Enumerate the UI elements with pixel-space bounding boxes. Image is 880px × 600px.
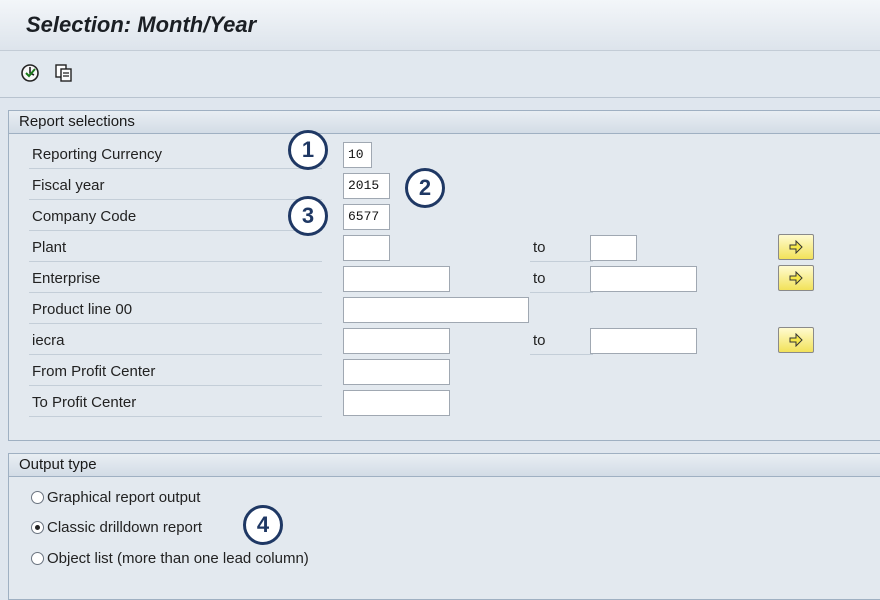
classic-drilldown-option[interactable]: Classic drilldown report [31, 516, 202, 540]
plant-to-input[interactable] [590, 235, 637, 261]
iecra-from-input[interactable] [343, 328, 450, 354]
window-title: Selection: Month/Year [26, 12, 257, 37]
enterprise-from-input[interactable] [343, 266, 450, 292]
from-profit-center-input[interactable] [343, 359, 450, 385]
company-code-input[interactable]: 6577 [343, 204, 390, 230]
enterprise-multiple-selection-button[interactable] [778, 265, 814, 291]
selection-screen: Report selections Reporting Currency 10 … [0, 98, 880, 600]
radio-button-selected[interactable] [31, 521, 44, 534]
fiscal-year-label: Fiscal year [29, 174, 322, 200]
enterprise-label: Enterprise [29, 267, 322, 293]
iecra-to-label: to [530, 329, 593, 355]
report-selections-group: Report selections Reporting Currency 10 … [8, 110, 880, 441]
object-list-label: Object list (more than one lead column) [47, 550, 309, 567]
from-profit-center-label: From Profit Center [29, 360, 322, 386]
output-type-header: Output type [9, 454, 880, 477]
execute-icon[interactable] [20, 63, 40, 83]
arrow-right-icon [789, 240, 803, 254]
application-toolbar [0, 51, 880, 98]
plant-from-input[interactable] [343, 235, 390, 261]
callout-1: 1 [288, 130, 328, 170]
radio-button[interactable] [31, 552, 44, 565]
output-type-group: Output type Graphical report output Clas… [8, 453, 880, 600]
iecra-label: iecra [29, 329, 322, 355]
object-list-option[interactable]: Object list (more than one lead column) [31, 547, 309, 571]
callout-3: 3 [288, 196, 328, 236]
radio-button[interactable] [31, 491, 44, 504]
to-profit-center-label: To Profit Center [29, 391, 322, 417]
to-profit-center-input[interactable] [343, 390, 450, 416]
product-line-label: Product line 00 [29, 298, 322, 324]
plant-to-label: to [530, 236, 593, 262]
get-variant-icon[interactable] [54, 63, 74, 83]
graphical-report-label: Graphical report output [47, 489, 201, 506]
callout-2: 2 [405, 168, 445, 208]
reporting-currency-input[interactable]: 10 [343, 142, 372, 168]
iecra-to-input[interactable] [590, 328, 697, 354]
report-selections-header: Report selections [9, 111, 880, 134]
graphical-report-option[interactable]: Graphical report output [31, 486, 200, 510]
arrow-right-icon [789, 333, 803, 347]
callout-4: 4 [243, 505, 283, 545]
title-bar: Selection: Month/Year [0, 0, 880, 51]
classic-drilldown-label: Classic drilldown report [47, 519, 203, 536]
arrow-right-icon [789, 271, 803, 285]
enterprise-to-input[interactable] [590, 266, 697, 292]
iecra-multiple-selection-button[interactable] [778, 327, 814, 353]
fiscal-year-input[interactable]: 2015 [343, 173, 390, 199]
reporting-currency-label: Reporting Currency [29, 143, 322, 169]
plant-label: Plant [29, 236, 322, 262]
plant-multiple-selection-button[interactable] [778, 234, 814, 260]
product-line-input[interactable] [343, 297, 529, 323]
enterprise-to-label: to [530, 267, 593, 293]
company-code-label: Company Code [29, 205, 322, 231]
